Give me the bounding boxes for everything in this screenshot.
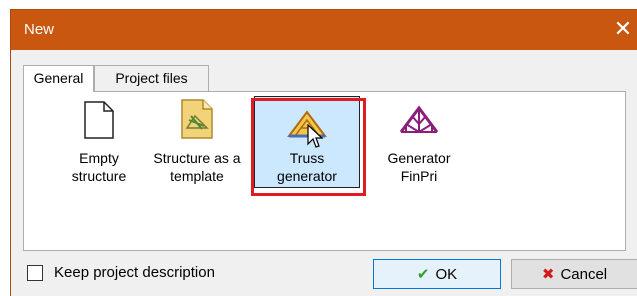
tab-project-files[interactable]: Project files	[94, 65, 209, 91]
item-label-line1: Empty	[79, 150, 119, 166]
keep-description-checkbox[interactable]	[27, 265, 43, 281]
ok-label: OK	[435, 266, 458, 283]
template-document-icon	[181, 99, 213, 139]
item-label-line1: Structure as a	[153, 150, 241, 166]
item-label-line2: structure	[71, 168, 127, 184]
finpri-generator-icon	[399, 105, 439, 134]
template-panel: Empty structure Structure as a template	[23, 91, 626, 251]
check-icon: ✔	[416, 265, 430, 283]
item-label-line2: template	[170, 168, 224, 184]
keep-description-label: Keep project description	[54, 264, 215, 281]
title-bar: New ✕	[11, 10, 637, 50]
highlight-frame	[251, 98, 366, 196]
item-label-line1: Generator	[387, 150, 451, 166]
close-icon[interactable]: ✕	[608, 10, 637, 50]
tab-general[interactable]: General	[23, 65, 94, 92]
ok-button[interactable]: ✔ OK	[373, 259, 501, 289]
cross-icon: ✖	[541, 265, 555, 283]
cancel-label: Cancel	[560, 266, 608, 283]
new-dialog: New ✕ General Project files Empty struct…	[10, 9, 637, 296]
cancel-button[interactable]: ✖ Cancel	[511, 259, 637, 289]
item-label-line2: FinPri	[400, 168, 438, 184]
dialog-title: New	[24, 21, 55, 38]
blank-document-icon	[84, 101, 114, 139]
